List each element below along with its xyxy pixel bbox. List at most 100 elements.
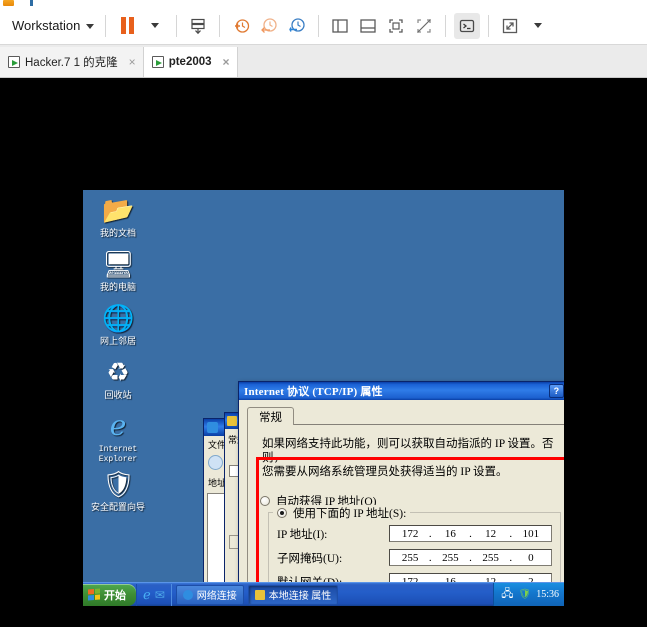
toolbar-separator (219, 14, 221, 37)
revert-snapshot-icon (261, 17, 278, 33)
fit-window-button[interactable] (411, 13, 437, 39)
desktop-icon-internet-explorer[interactable]: ℯ Internet Explorer (87, 410, 149, 464)
mask-octet-2: 255 (442, 551, 459, 564)
guest-console[interactable]: 📂 我的文档 🖥 我的电脑 🌐 网上邻居 ♻ 回收站 ℯ Internet Ex… (0, 78, 647, 627)
ip-octet-3: 12 (485, 527, 497, 540)
desktop-icon-label: 回收站 (104, 390, 132, 400)
subnet-mask-input[interactable]: 255. 255. 255. 0 (389, 549, 552, 566)
system-tray: 🖧 🛡 15:36 (493, 582, 564, 606)
ip-octet-2: 16 (444, 527, 456, 540)
internet-explorer-icon[interactable]: ℯ (143, 587, 151, 603)
pause-dropdown-button[interactable] (142, 13, 168, 39)
tcpip-dialog-titlebar[interactable]: Internet 协议 (TCP/IP) 属性 ? ✕ (239, 382, 564, 400)
desktop-icon-my-computer[interactable]: 🖥 我的电脑 (87, 248, 149, 292)
desktop-icon-label: Internet Explorer (98, 445, 138, 464)
tcpip-properties-dialog[interactable]: Internet 协议 (TCP/IP) 属性 ? ✕ 常规 如果网络支持此功能… (238, 381, 564, 606)
shield-icon[interactable]: 🛡 (519, 589, 532, 600)
tcpip-general-panel: 如果网络支持此功能，则可以获取自动指派的 IP 设置。否则， 您需要从网络系统管… (247, 425, 564, 606)
tab-general[interactable]: 常规 (247, 407, 294, 425)
toolbar-separator (488, 14, 490, 37)
mask-octet-3: 255 (482, 551, 499, 564)
vm-tab-label: pte2003 (168, 56, 212, 68)
tcpip-intro-text: 如果网络支持此功能，则可以获取自动指派的 IP 设置。否则， 您需要从网络系统管… (262, 437, 559, 479)
fit-guest-button[interactable] (383, 13, 409, 39)
close-icon[interactable]: × (223, 55, 230, 69)
windows-desktop[interactable]: 📂 我的文档 🖥 我的电脑 🌐 网上邻居 ♻ 回收站 ℯ Internet Ex… (83, 190, 564, 606)
start-button[interactable]: 开始 (83, 583, 136, 606)
network-status-icon[interactable]: 🖧 (501, 585, 513, 604)
radio-icon (260, 496, 270, 506)
desktop-icon-security-wizard[interactable]: 🛡 安全配置向导 (87, 468, 149, 512)
taskbar: 开始 ℯ ✉ 网络连接 本地连接 属性 🖧 🛡 15:36 (83, 582, 564, 606)
desktop-icon-my-documents[interactable]: 📂 我的文档 (87, 194, 149, 238)
tcpip-intro-line2: 您需要从网络系统管理员处获得适当的 IP 设置。 (262, 466, 508, 478)
ip-address-input[interactable]: 172. 16. 12. 101 (389, 525, 552, 542)
outlook-express-icon[interactable]: ✉ (155, 588, 165, 602)
network-icon (182, 589, 193, 600)
radio-icon (277, 508, 287, 518)
help-button[interactable]: ? (549, 384, 564, 398)
chevron-down-icon (86, 24, 95, 30)
vmware-logo-icon (3, 0, 14, 6)
start-button-label: 开始 (104, 589, 126, 602)
computer-icon: 🖥 (102, 249, 136, 279)
subnet-mask-field-row: 子网掩码(U): 255. 255. 255. 0 (277, 549, 552, 566)
mask-octet-4: 0 (528, 551, 534, 564)
desktop-icon-label: 我的文档 (99, 228, 136, 238)
vm-tab-pte2003[interactable]: pte2003 × (143, 47, 238, 77)
vm-tab-icon (8, 56, 20, 68)
desktop-icon-label: 我的电脑 (99, 282, 136, 292)
mask-octet-1: 255 (401, 551, 419, 564)
taskbar-item-lan-properties[interactable]: 本地连接 属性 (247, 584, 339, 605)
tcpip-tabstrip: 常规 (247, 405, 564, 425)
desktop-icon-recycle-bin[interactable]: ♻ 回收站 (87, 356, 149, 400)
workstation-menu-button[interactable]: Workstation (8, 16, 98, 35)
revert-snapshot-button[interactable] (256, 13, 282, 39)
quick-launch-bar: ℯ ✉ (136, 583, 172, 606)
ip-address-field-row: IP 地址(I): 172. 16. 12. 101 (277, 525, 552, 542)
console-view-button[interactable] (454, 12, 481, 39)
chevron-down-icon (151, 23, 160, 28)
show-library-icon (332, 18, 349, 33)
subnet-mask-label: 子网掩码(U): (277, 552, 343, 565)
fullscreen-button[interactable] (497, 13, 523, 39)
vm-tab-label: Hacker.7 1 的克隆 (25, 57, 118, 69)
console-icon (460, 19, 475, 32)
taskbar-item-label: 本地连接 属性 (268, 591, 332, 602)
ip-octet-4: 101 (522, 527, 540, 540)
ip-address-label: IP 地址(I): (277, 528, 328, 541)
folder-icon: 📂 (102, 195, 135, 225)
snapshot-manager-icon (289, 17, 306, 32)
lan-icon (254, 589, 265, 600)
desktop-icon-network-neighborhood[interactable]: 🌐 网上邻居 (87, 302, 149, 346)
toolbar-separator (318, 14, 320, 37)
radio-use-following-ip[interactable]: 使用下面的 IP 地址(S): (273, 505, 411, 521)
host-window-titlebar (0, 0, 647, 7)
close-icon[interactable]: × (129, 55, 136, 69)
taskbar-item-network-connections[interactable]: 网络连接 (175, 584, 244, 605)
send-ctrl-alt-del-icon (191, 18, 206, 34)
radio-label: 使用下面的 IP 地址(S): (293, 508, 407, 520)
pause-icon (120, 17, 134, 34)
take-snapshot-icon (235, 18, 250, 33)
vm-tab-hacker-clone[interactable]: Hacker.7 1 的克隆 × (0, 47, 144, 77)
send-ctrl-alt-del-button[interactable] (185, 13, 211, 39)
lan-icon (227, 416, 237, 426)
fit-window-icon (417, 18, 432, 33)
ip-octet-1: 172 (401, 527, 419, 540)
fullscreen-icon (503, 18, 518, 33)
taskbar-clock[interactable]: 15:36 (536, 589, 559, 600)
screenshot-root: Workstation Hacker.7 1 的克隆 × pte2003 × 📂… (0, 0, 647, 627)
desktop-icon-label: 安全配置向导 (90, 502, 145, 512)
fullscreen-dropdown-button[interactable] (525, 13, 551, 39)
take-snapshot-button[interactable] (228, 13, 254, 39)
pause-button[interactable] (114, 13, 140, 39)
show-thumbnail-bar-button[interactable] (355, 13, 381, 39)
windows-flag-icon (88, 588, 100, 601)
recycle-bin-icon: ♻ (106, 357, 130, 387)
show-library-button[interactable] (327, 13, 353, 39)
show-thumbnail-bar-icon (360, 18, 377, 33)
snapshot-manager-button[interactable] (284, 13, 310, 39)
desktop-icon-label: 网上邻居 (99, 336, 136, 346)
internet-explorer-icon: ℯ (109, 410, 127, 441)
